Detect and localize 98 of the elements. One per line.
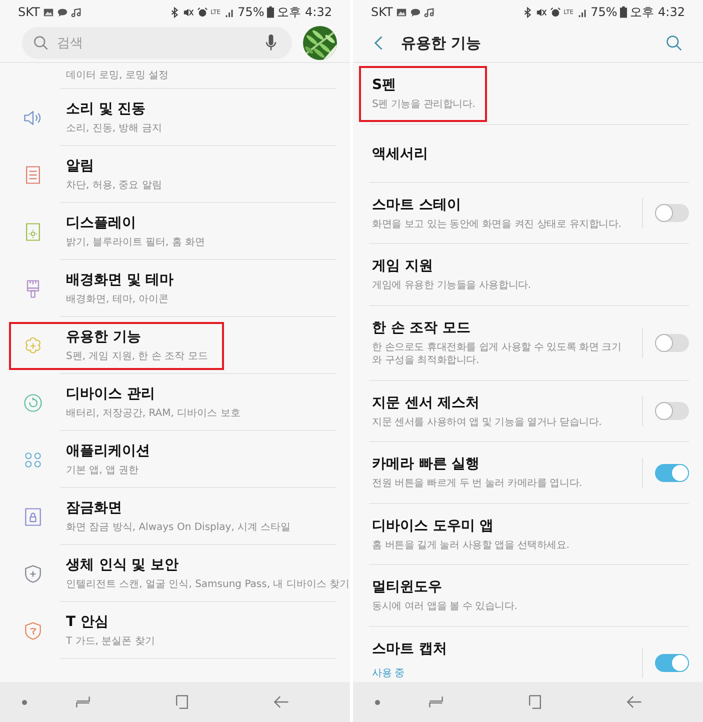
toggle-switch[interactable] <box>655 334 689 352</box>
chat-icon <box>410 6 421 18</box>
setting-subtitle: 데이터 로밍, 로밍 설정 <box>66 69 169 82</box>
page-title: 유용한 기능 <box>401 34 482 52</box>
feature-description: 게임에 유용한 기능들을 사용합니다. <box>372 279 531 292</box>
setting-title: 배경화면 및 테마 <box>66 271 174 289</box>
setting-title: 알림 <box>66 157 95 175</box>
chat-icon <box>56 6 68 18</box>
battery-text: 75% <box>590 5 618 19</box>
feature-item[interactable]: 한 손 조작 모드 한 손으로도 휴대전화를 쉽게 사용할 수 있도록 화면 크기와 구성을 최적화합니다. <box>353 306 703 380</box>
feature-title: 한 손 조작 모드 <box>372 318 471 336</box>
feature-description: 한 손으로도 휴대전화를 쉽게 사용할 수 있도록 화면 크기와 구성을 최적화합니다. <box>372 340 622 368</box>
settings-item[interactable]: 알림 차단, 허용, 중요 알림 <box>0 146 350 203</box>
feature-item[interactable]: 스마트 스테이 화면을 보고 있는 동안에 화면을 켜진 상태로 유지합니다. <box>353 182 703 244</box>
search-icon <box>32 34 50 52</box>
setting-title: 디스플레이 <box>66 214 137 232</box>
feature-item[interactable]: 지문 센서 제스처 지문 센서를 사용하여 앱 및 기능을 열거나 닫습니다. <box>353 380 703 442</box>
battery-icon <box>620 6 628 18</box>
feature-title: 디바이스 도우미 앱 <box>372 516 494 534</box>
search-input[interactable]: 검색 <box>55 34 257 52</box>
battery-text: 75% <box>238 5 264 19</box>
feature-item[interactable]: 액세서리 <box>353 124 703 182</box>
search-field[interactable]: 검색 <box>22 27 292 59</box>
settings-item[interactable]: 디바이스 관리 배터리, 저장공간, RAM, 디바이스 보호 <box>0 374 350 431</box>
clock-text: 오후 4:32 <box>277 4 332 20</box>
feature-title: 게임 지원 <box>372 257 433 275</box>
feature-title: 카메라 빠른 실행 <box>372 455 480 473</box>
settings-item[interactable]: 배경화면 및 테마 배경화면, 테마, 아이콘 <box>0 260 350 317</box>
feature-description: 전원 버튼을 빠르게 두 번 눌러 카메라를 엽니다. <box>372 477 582 490</box>
shield-icon <box>22 620 44 642</box>
feature-description: 지문 센서를 사용하여 앱 및 기능을 열거나 닫습니다. <box>372 416 602 429</box>
settings-item[interactable]: 유용한 기능 S펜, 게임 지원, 한 손 조작 모드 <box>0 317 350 374</box>
feature-item[interactable]: 디바이스 도우미 앱 홈 버튼을 길게 눌러 사용할 앱을 선택하세요. <box>353 504 703 565</box>
setting-subtitle: 배터리, 저장공간, RAM, 디바이스 보호 <box>66 407 240 420</box>
setting-title: 애플리케이션 <box>66 442 150 460</box>
feature-description: S펜 기능을 관리합니다. <box>372 98 476 112</box>
clock-text: 오후 4:32 <box>630 4 685 20</box>
lock-icon <box>22 506 44 528</box>
toggle-switch[interactable] <box>655 204 689 222</box>
toggle-switch[interactable] <box>655 654 689 672</box>
setting-subtitle: 차단, 허용, 중요 알림 <box>66 179 162 192</box>
bluetooth-icon <box>168 6 180 18</box>
alarm-icon <box>550 6 561 18</box>
note-icon <box>424 6 435 18</box>
setting-subtitle: 기본 앱, 앱 권한 <box>66 464 140 477</box>
dot-icon[interactable] <box>375 700 380 704</box>
feature-item[interactable]: 멀티윈도우 동시에 여러 앱을 볼 수 있습니다. <box>353 565 703 626</box>
setting-title: 생체 인식 및 보안 <box>66 556 180 574</box>
feature-title: S펜 <box>372 76 396 94</box>
home-icon[interactable] <box>173 693 191 711</box>
settings-item[interactable]: 애플리케이션 기본 앱, 앱 권한 <box>0 431 350 488</box>
note-icon <box>70 6 82 18</box>
setting-title: 소리 및 진동 <box>66 100 147 118</box>
feature-title: 액세서리 <box>372 144 428 162</box>
setting-subtitle: 밝기, 블루라이트 필터, 홈 화면 <box>66 236 206 249</box>
home-icon[interactable] <box>526 693 544 711</box>
feature-item[interactable]: S펜 S펜 기능을 관리합니다. <box>353 63 703 124</box>
mute-icon <box>182 6 194 18</box>
carrier-text: SKT <box>371 5 393 19</box>
back-chevron-icon[interactable] <box>373 34 385 52</box>
feature-item[interactable]: 카메라 빠른 실행 전원 버튼을 빠르게 두 번 눌러 카메라를 엽니다. <box>353 442 703 504</box>
settings-item[interactable]: 생체 인식 및 보안 인텔리전트 스캔, 얼굴 인식, Samsung Pass, 내 디바이스 찾기 <box>0 545 350 602</box>
setting-subtitle: 화면 잠금 방식, Always On Display, 시계 스타일 <box>66 521 291 534</box>
setting-title: 디바이스 관리 <box>66 385 156 403</box>
feature-description: 홈 버튼을 길게 눌러 사용할 앱을 선택하세요. <box>372 538 570 552</box>
dot-icon[interactable] <box>22 700 27 704</box>
battery-icon <box>267 6 274 18</box>
settings-item[interactable]: 잠금화면 화면 잠금 방식, Always On Display, 시계 스타일 <box>0 488 350 545</box>
settings-item[interactable]: 디스플레이 밝기, 블루라이트 필터, 홈 화면 <box>0 203 350 260</box>
feature-title: 스마트 스테이 <box>372 196 461 214</box>
setting-title: 잠금화면 <box>66 499 123 517</box>
status-text: 사용 중 <box>372 666 404 681</box>
alarm-icon <box>196 6 208 18</box>
gallery-icon <box>396 6 407 18</box>
mute-icon <box>536 6 547 18</box>
toggle-switch[interactable] <box>655 402 689 420</box>
feature-title: 멀티윈도우 <box>372 578 442 596</box>
bluetooth-icon <box>522 6 533 18</box>
search-icon[interactable] <box>665 34 683 52</box>
carrier-text: SKT <box>18 5 40 19</box>
feature-description: 화면을 보고 있는 동안에 화면을 켜진 상태로 유지합니다. <box>372 218 622 231</box>
feature-title: 스마트 캡처 <box>372 640 447 658</box>
setting-subtitle: 배경화면, 테마, 아이콘 <box>66 293 170 306</box>
refresh-circle-icon <box>22 392 44 414</box>
setting-subtitle: S펜, 게임 지원, 한 손 조작 모드 <box>66 350 208 363</box>
shield-plus-icon <box>22 562 44 584</box>
setting-subtitle: T 가드, 분실폰 찾기 <box>66 635 155 648</box>
setting-subtitle: 소리, 진동, 방해 금지 <box>66 122 162 135</box>
feature-description: 동시에 여러 앱을 볼 수 있습니다. <box>372 600 518 614</box>
toggle-switch[interactable] <box>655 464 689 482</box>
settings-item[interactable]: T 안심 T 가드, 분실폰 찾기 <box>0 602 350 659</box>
setting-title: 유용한 기능 <box>66 328 142 346</box>
feature-item[interactable]: 게임 지원 게임에 유용한 기능들을 사용합니다. <box>353 244 703 306</box>
setting-subtitle: 인텔리전트 스캔, 얼굴 인식, Samsung Pass, 내 디바이스 찾기 <box>66 578 350 591</box>
feature-title: 지문 센서 제스처 <box>372 394 480 412</box>
gallery-icon <box>42 6 54 18</box>
settings-item[interactable]: 소리 및 진동 소리, 진동, 방해 금지 <box>0 89 350 146</box>
setting-title: T 안심 <box>66 613 110 631</box>
